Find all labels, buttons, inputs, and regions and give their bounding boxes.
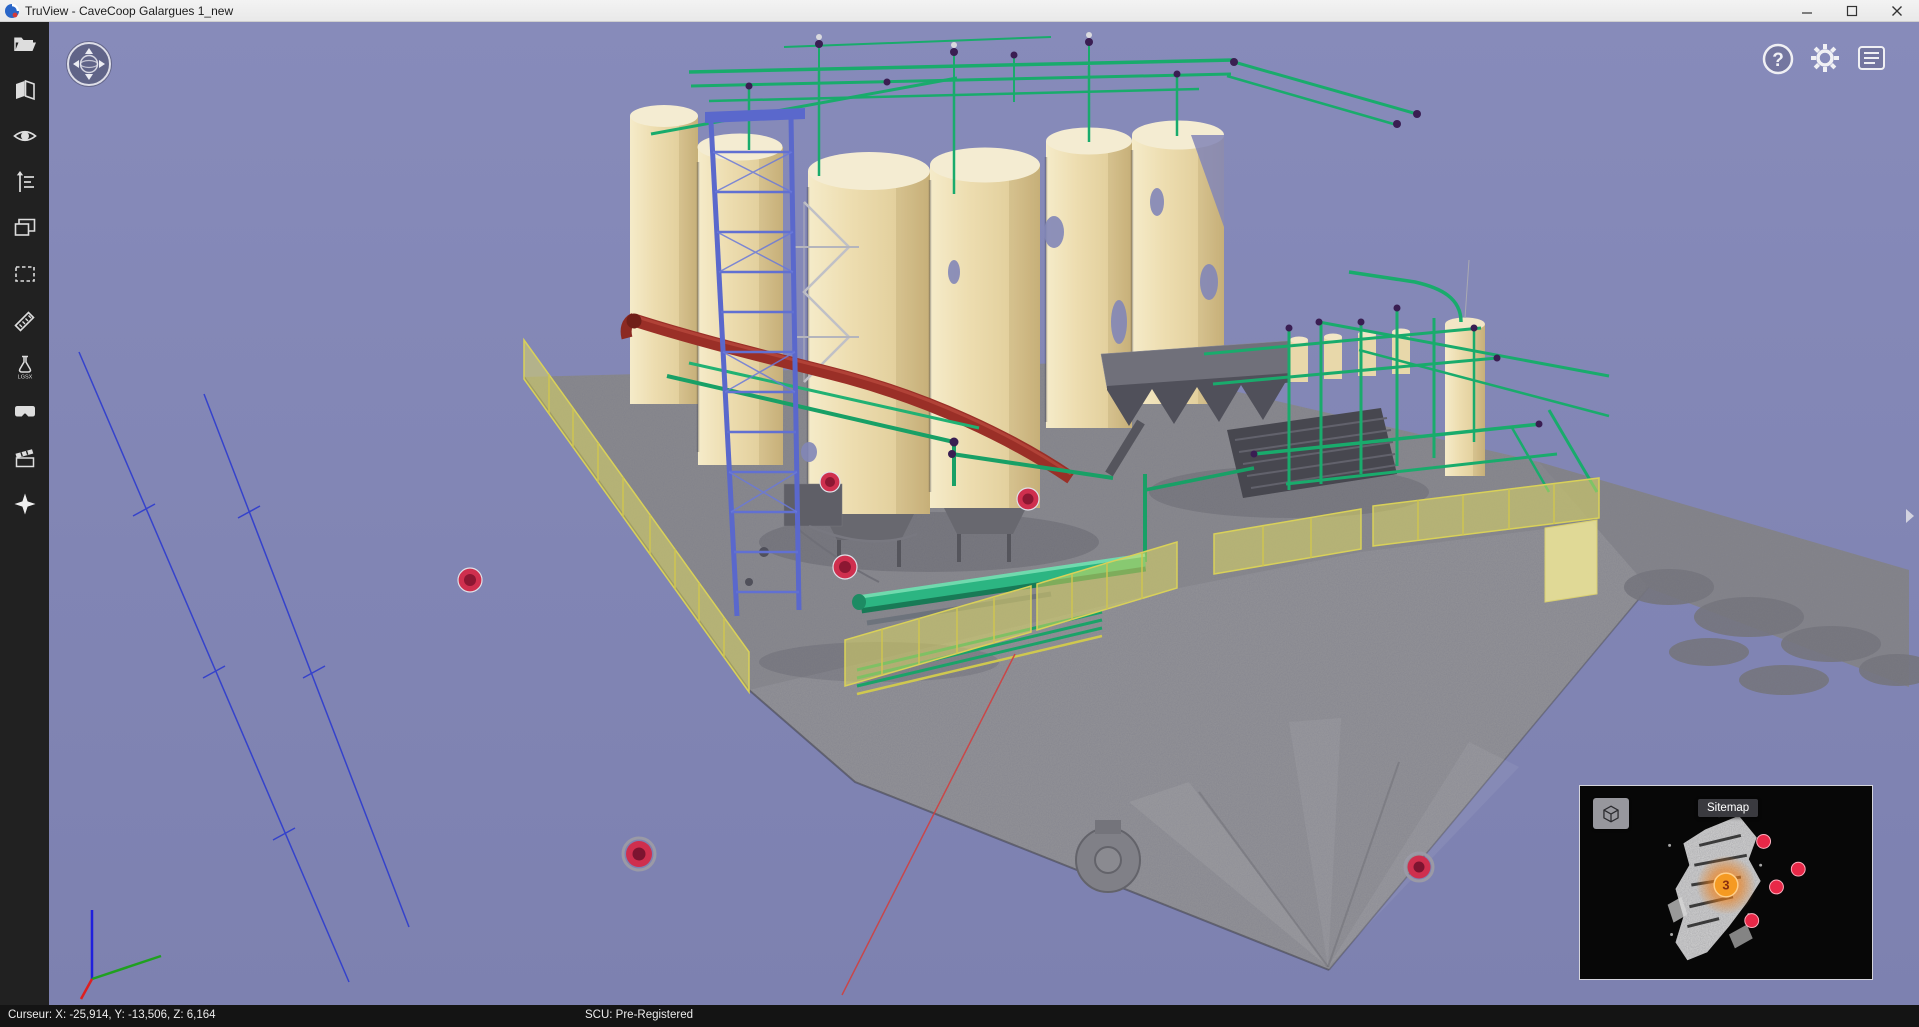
app-logo-icon <box>4 3 20 19</box>
tool-markers-button[interactable] <box>10 489 40 519</box>
scan-marker[interactable] <box>1405 853 1433 881</box>
minimize-button[interactable] <box>1784 0 1829 21</box>
folder-open-icon <box>12 31 38 57</box>
scan-marker[interactable] <box>820 472 840 492</box>
left-toolbar: LGSX <box>0 22 49 1005</box>
tool-view-mode-button[interactable] <box>10 75 40 105</box>
tool-measure-button[interactable] <box>10 305 40 335</box>
tool-open-project-button[interactable] <box>10 29 40 59</box>
axis-triad <box>81 910 161 999</box>
help-glyph: ? <box>1772 50 1784 71</box>
sparkle-icon <box>12 491 38 517</box>
window-controls <box>1784 0 1919 21</box>
tool-vr-button[interactable] <box>10 397 40 427</box>
sitemap-tooltip: Sitemap <box>1698 799 1758 817</box>
tool-media-button[interactable] <box>10 443 40 473</box>
sitemap-badge-count: 3 <box>1722 877 1729 892</box>
navigation-compass-control[interactable] <box>66 41 112 87</box>
silo <box>630 105 698 404</box>
grid-axis-lines <box>79 352 409 982</box>
cube-icon <box>1599 802 1623 826</box>
close-button[interactable] <box>1874 0 1919 21</box>
ruler-icon <box>12 307 38 333</box>
layout-panels-button[interactable] <box>1859 47 1884 69</box>
view-3d-icon <box>12 77 38 103</box>
vr-goggles-icon <box>12 399 38 425</box>
app-icon <box>4 3 20 19</box>
viewport: ? <box>49 22 1919 1005</box>
sitemap-3d-toggle-button[interactable] <box>1593 798 1629 829</box>
scan-marker[interactable] <box>833 555 857 579</box>
close-icon <box>1891 5 1903 17</box>
tool-selection-button[interactable] <box>10 259 40 289</box>
window-title: TruView - CaveCoop Galargues 1_new <box>25 4 233 18</box>
expand-arrow-icon <box>1905 508 1915 524</box>
silo <box>698 134 784 466</box>
flask-lgsx-icon: LGSX <box>12 353 38 379</box>
titlebar: TruView - CaveCoop Galargues 1_new <box>0 0 1919 22</box>
tool-lgsx-button[interactable]: LGSX <box>10 351 40 381</box>
layers-icon <box>12 215 38 241</box>
lgsx-label: LGSX <box>17 375 32 380</box>
clapperboard-icon <box>12 445 38 471</box>
eye-icon <box>12 123 38 149</box>
maximize-icon <box>1846 5 1858 17</box>
settings-button[interactable] <box>1811 44 1839 72</box>
sitemap-scan-marker[interactable] <box>1791 862 1805 876</box>
scan-marker[interactable] <box>623 838 655 870</box>
sitemap-scan-marker[interactable] <box>1757 834 1771 848</box>
tall-tank <box>1445 260 1485 476</box>
sitemap-scan-marker[interactable] <box>1745 914 1759 928</box>
elevation-icon <box>12 169 38 195</box>
scu-status: SCU: Pre-Registered <box>585 1009 693 1021</box>
main-area: LGSX <box>0 22 1919 1005</box>
sitemap-panel: 3 Sitemap <box>1579 785 1873 980</box>
maximize-button[interactable] <box>1829 0 1874 21</box>
tool-viewports-button[interactable] <box>10 213 40 243</box>
silo <box>808 152 930 514</box>
statusbar: Curseur: X: -25,914, Y: -13,506, Z: 6,16… <box>0 1005 1919 1027</box>
selection-box-icon <box>12 261 38 287</box>
scan-marker[interactable] <box>1017 488 1039 510</box>
cursor-position: Curseur: X: -25,914, Y: -13,506, Z: 6,16… <box>8 1009 216 1021</box>
expand-right-panel-button[interactable] <box>1904 508 1916 524</box>
help-button[interactable]: ? <box>1764 45 1792 73</box>
tool-visibility-button[interactable] <box>10 121 40 151</box>
truview-window: TruView - CaveCoop Galargues 1_new <box>0 0 1919 1027</box>
gear-icon <box>1818 51 1832 65</box>
tool-elevation-button[interactable] <box>10 167 40 197</box>
sitemap-current-position[interactable]: 3 <box>1714 873 1738 897</box>
sitemap-scan-marker[interactable] <box>1770 880 1784 894</box>
scan-marker[interactable] <box>458 568 482 592</box>
minimize-icon <box>1801 5 1813 17</box>
